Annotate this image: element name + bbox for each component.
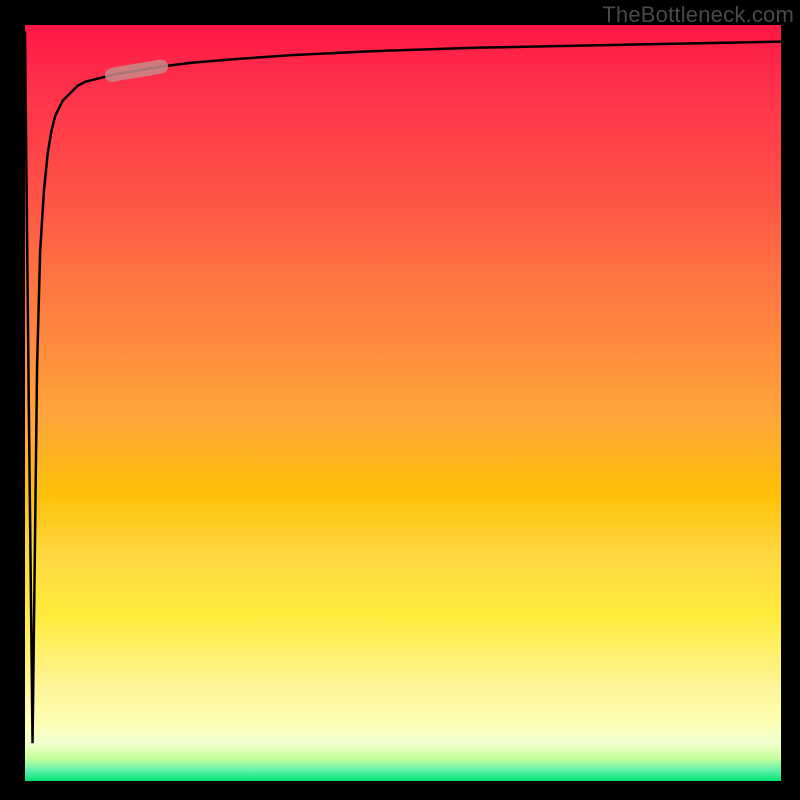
- watermark-label: TheBottleneck.com: [602, 2, 794, 28]
- plot-area: [25, 25, 781, 781]
- chart-container: TheBottleneck.com: [0, 0, 800, 800]
